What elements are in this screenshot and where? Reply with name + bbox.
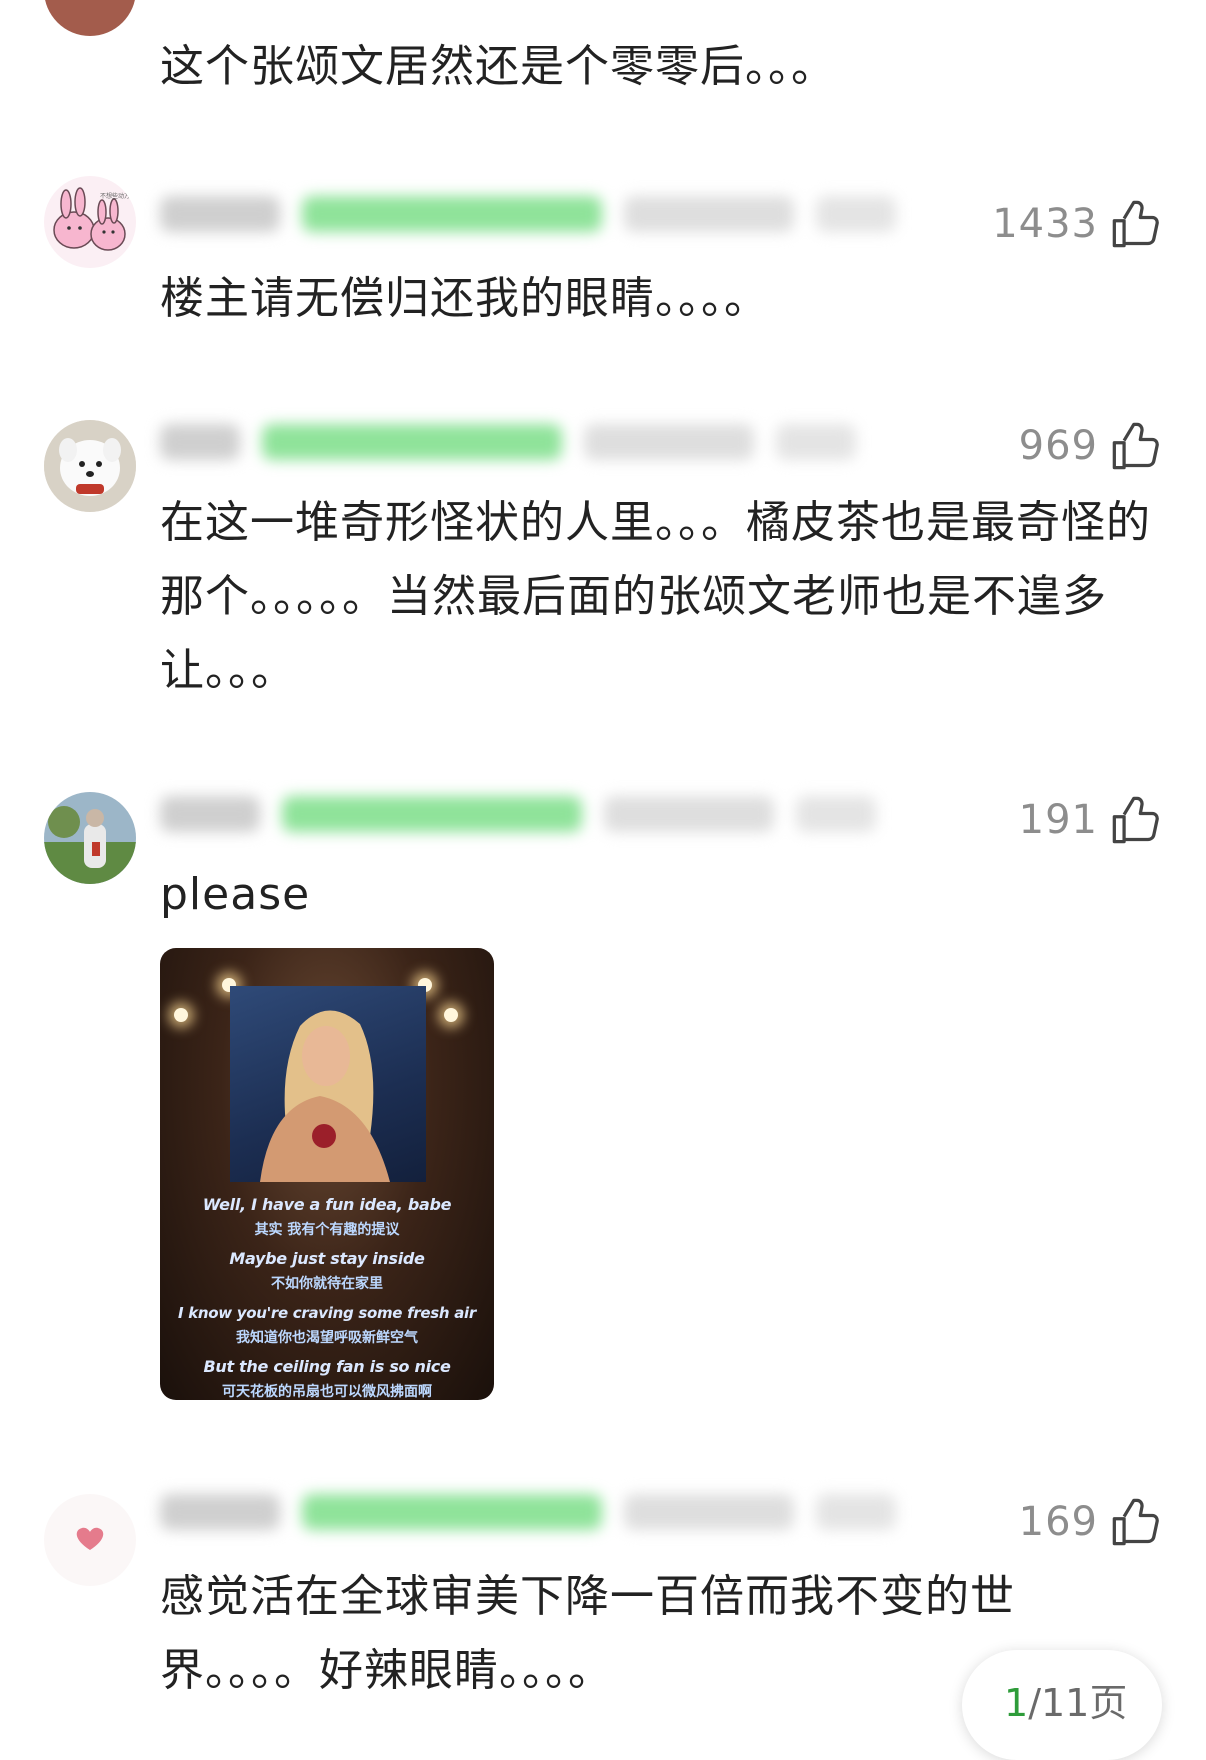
lyric-line: 可天花板的吊扇也可以微风拂面啊 bbox=[222, 1384, 432, 1400]
avatar[interactable] bbox=[44, 420, 136, 512]
user-info-blurred bbox=[160, 1494, 918, 1540]
svg-text:不想些动方: 不想些动方 bbox=[100, 192, 130, 200]
ceiling-light bbox=[444, 1008, 458, 1022]
comment-text: 楼主请无偿归还我的眼睛。。。。 bbox=[160, 273, 769, 324]
ceiling-light bbox=[174, 1008, 188, 1022]
lyric-line: But the ceiling fan is so nice bbox=[203, 1357, 451, 1376]
park-photo-avatar-icon bbox=[44, 792, 136, 884]
thumbs-up-icon[interactable] bbox=[1110, 1496, 1162, 1548]
lyric-line: I know you're craving some fresh air bbox=[177, 1304, 476, 1322]
like-count: 969 bbox=[1018, 423, 1098, 469]
total-pages: /11页 bbox=[1028, 1681, 1128, 1725]
user-info-blurred bbox=[160, 424, 878, 470]
like-area[interactable]: 169 bbox=[1019, 1494, 1162, 1550]
comment-text: please bbox=[160, 869, 311, 920]
lyric-line: 不如你就待在家里 bbox=[271, 1276, 383, 1292]
like-count: 169 bbox=[1018, 1499, 1098, 1545]
lyric-line: 其实 我有个有趣的提议 bbox=[254, 1222, 400, 1238]
comment-image[interactable]: Well, I have a fun idea, babe 其实 我有个有趣的提… bbox=[160, 948, 494, 1400]
like-area[interactable]: 191 bbox=[1019, 792, 1162, 848]
like-count: 191 bbox=[1018, 797, 1098, 843]
lyric-line: Well, I have a fun idea, babe bbox=[202, 1195, 452, 1214]
like-area[interactable]: 969 bbox=[1019, 418, 1162, 474]
like-count: 1433 bbox=[992, 201, 1098, 247]
lyric-line: Maybe just stay inside bbox=[229, 1249, 425, 1268]
thumbs-up-icon[interactable] bbox=[1110, 420, 1162, 472]
avatar[interactable] bbox=[44, 1494, 136, 1586]
current-page: 1 bbox=[1004, 1681, 1029, 1725]
lyric-line: 我知道你也渴望呼吸新鲜空气 bbox=[236, 1330, 418, 1346]
comment-text: 这个张颂文居然还是个零零后。。。 bbox=[160, 41, 836, 92]
heart-avatar-icon bbox=[76, 1527, 104, 1550]
thumbs-up-icon[interactable] bbox=[1110, 198, 1162, 250]
dog-avatar-icon bbox=[44, 420, 136, 512]
bunny-avatar-icon: 不想些动方 bbox=[53, 187, 130, 251]
thumbs-up-icon[interactable] bbox=[1110, 794, 1162, 846]
page-indicator[interactable]: 1/11页 bbox=[962, 1650, 1162, 1760]
avatar[interactable]: 不想些动方 bbox=[44, 176, 136, 268]
avatar[interactable] bbox=[44, 0, 136, 36]
lyrics-overlay: Well, I have a fun idea, babe 其实 我有个有趣的提… bbox=[160, 1192, 494, 1400]
like-area[interactable]: 1433 bbox=[992, 196, 1162, 252]
user-info-blurred bbox=[160, 796, 898, 842]
album-cover-photo bbox=[230, 986, 426, 1182]
avatar[interactable] bbox=[44, 792, 136, 884]
page-indicator-label: 1/11页 bbox=[1004, 1672, 1127, 1727]
comment-text: 在这一堆奇形怪状的人里。。。橘皮茶也是最奇怪的那个。。。。。当然最后面的张颂文老… bbox=[160, 497, 1151, 696]
user-info-blurred bbox=[160, 196, 918, 242]
comment-text: 感觉活在全球审美下降一百倍而我不变的世界。。。。好辣眼睛。。。。 bbox=[160, 1571, 1015, 1696]
